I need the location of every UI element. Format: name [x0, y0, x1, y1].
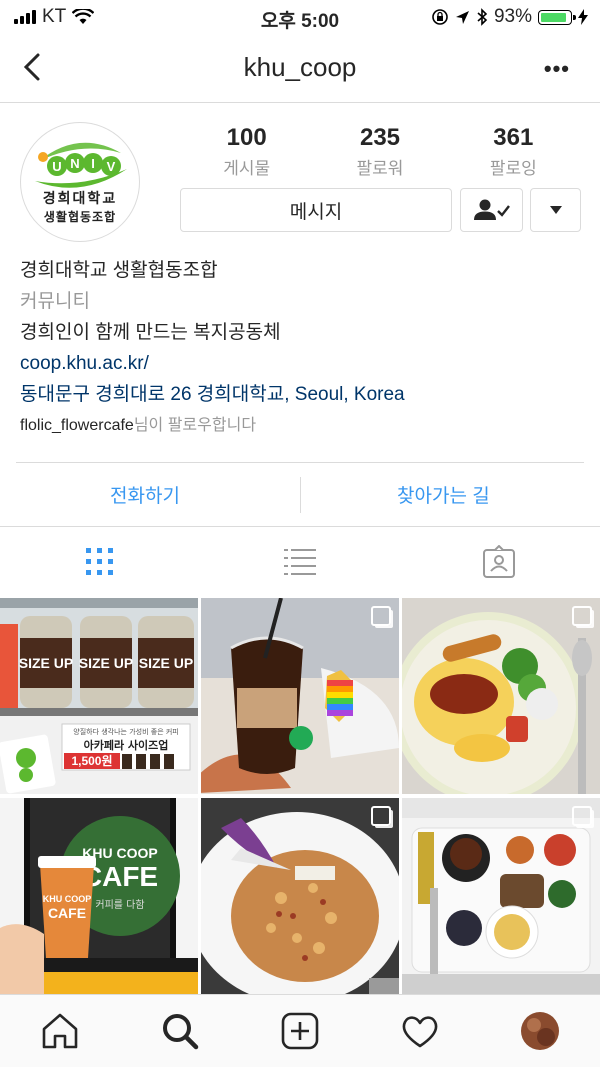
person-check-icon — [473, 199, 510, 220]
post-image-lunch-tray — [402, 798, 600, 994]
website-link[interactable]: coop.khu.ac.kr/ — [20, 348, 580, 379]
post-image-omelette-rice — [402, 598, 600, 794]
following-stat[interactable]: 361 팔로잉 — [490, 124, 537, 179]
posts-label: 게시물 — [223, 159, 271, 178]
followed-by-username: flolic_flowercafe — [20, 417, 134, 434]
address-link[interactable]: 동대문구 경희대로 26 경희대학교, Seoul, Korea — [20, 379, 580, 410]
more-options-icon[interactable]: ••• — [544, 56, 570, 82]
post-thumbnail[interactable] — [402, 798, 600, 994]
followers-count: 235 — [359, 124, 401, 151]
suggested-accounts-button[interactable] — [530, 188, 581, 232]
message-button-label: 메시지 — [289, 201, 343, 223]
multiple-photos-icon — [572, 606, 592, 626]
directions-button[interactable]: 찾아가는 길 — [397, 481, 490, 508]
post-thumbnail[interactable] — [201, 798, 399, 994]
cup-line1: KHU COOP — [43, 894, 92, 904]
followed-by[interactable]: flolic_flowercafe님이 팔로우합니다 — [20, 410, 580, 441]
multiple-photos-icon — [572, 806, 592, 826]
caret-down-icon — [549, 206, 562, 214]
profile-avatar-icon[interactable] — [520, 1011, 560, 1051]
followed-by-suffix: 님이 팔로우합니다 — [133, 417, 257, 434]
price-tag: 1,500원 — [71, 754, 112, 768]
svg-text:V: V — [107, 159, 116, 174]
svg-text:U: U — [52, 159, 61, 174]
posts-stat[interactable]: 100 게시물 — [223, 124, 270, 179]
battery-percent: 93% — [493, 6, 532, 27]
price-sign-title: 아카페라 사이즈업 — [84, 738, 169, 752]
profile-stats: 100 게시물 235 팔로워 361 팔로잉 — [180, 124, 580, 179]
svg-text:I: I — [91, 156, 95, 171]
coop-logo-image: U N I V 경희대학교 생활협동조합 — [35, 142, 127, 224]
avatar[interactable]: U N I V 경희대학교 생활협동조합 — [20, 122, 140, 242]
location-arrow-icon — [455, 10, 469, 24]
post-image-coop-cafe: KHU COOP CAFE 커피를 다함 KHU COOP CAFE — [0, 798, 198, 994]
following-toggle-button[interactable] — [460, 188, 523, 232]
post-thumbnail[interactable] — [201, 598, 399, 794]
followers-label: 팔로워 — [356, 159, 404, 178]
profile-bio: 경희대학교 생활협동조합 커뮤니티 경희인이 함께 만드는 복지공동체 coop… — [20, 255, 580, 441]
post-thumbnail[interactable]: SIZE UP SIZE UP SIZE UP 양질하다 생각나는 가성비 좋은… — [0, 598, 198, 794]
call-button[interactable]: 전화하기 — [110, 481, 180, 508]
sign-sub: 커피를 다함 — [95, 899, 144, 911]
post-thumbnail[interactable]: KHU COOP CAFE 커피를 다함 KHU COOP CAFE — [0, 798, 198, 994]
logo-line2: 생활협동조합 — [44, 209, 116, 224]
message-button[interactable]: 메시지 — [180, 188, 452, 232]
product-label: SIZE UP — [139, 655, 193, 671]
status-bar: KT 오후 5:00 93% — [0, 0, 600, 34]
post-image-iced-coffee — [201, 598, 399, 794]
multiple-photos-icon — [371, 606, 391, 626]
product-label: SIZE UP — [79, 655, 133, 671]
list-view-icon[interactable] — [283, 545, 317, 579]
new-post-icon[interactable] — [280, 1011, 320, 1051]
product-label: SIZE UP — [19, 655, 73, 671]
cup-line2: CAFE — [48, 905, 86, 921]
action-divider — [300, 477, 301, 513]
posts-count: 100 — [226, 124, 267, 151]
post-image-fried-rice — [201, 798, 399, 994]
orientation-lock-icon — [432, 9, 448, 25]
post-image-coffee-shelf: SIZE UP SIZE UP SIZE UP 양질하다 생각나는 가성비 좋은… — [0, 598, 198, 794]
home-icon[interactable] — [40, 1011, 80, 1051]
bottom-tab-bar — [0, 994, 600, 1067]
multiple-photos-icon — [371, 806, 391, 826]
search-icon[interactable] — [160, 1011, 200, 1051]
price-sign-caption: 양질하다 생각나는 가성비 좋은 커피 — [73, 727, 179, 736]
profile-view-tabs — [0, 527, 600, 597]
contact-action-bar: 전화하기 찾아가는 길 — [16, 462, 584, 527]
battery-icon — [538, 9, 576, 25]
post-grid: SIZE UP SIZE UP SIZE UP 양질하다 생각나는 가성비 좋은… — [0, 598, 600, 994]
tagged-photos-icon[interactable] — [482, 545, 516, 579]
following-label: 팔로잉 — [489, 159, 537, 178]
profile-category: 커뮤니티 — [20, 291, 90, 312]
profile-full-name: 경희대학교 생활협동조합 — [20, 260, 218, 281]
profile-username: khu_coop — [243, 52, 357, 82]
logo-line1: 경희대학교 — [43, 190, 117, 207]
nav-bar: khu_coop ••• — [0, 34, 600, 103]
bluetooth-icon — [477, 8, 488, 26]
svg-text:N: N — [70, 156, 79, 171]
activity-heart-icon[interactable] — [400, 1011, 440, 1051]
post-thumbnail[interactable] — [402, 598, 600, 794]
followers-stat[interactable]: 235 팔로워 — [357, 124, 404, 179]
charging-icon — [578, 9, 588, 25]
grid-view-icon[interactable] — [83, 545, 117, 579]
following-count: 361 — [493, 124, 534, 151]
profile-description: 경희인이 함께 만드는 복지공동체 — [20, 322, 281, 343]
